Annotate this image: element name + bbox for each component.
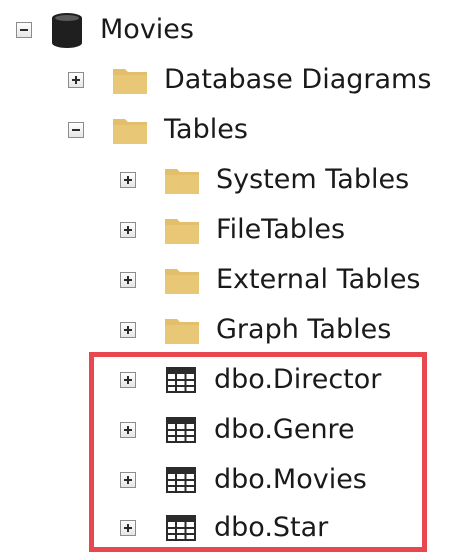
tree-node-tables[interactable]: Tables <box>68 112 248 148</box>
tree-node-system-tables[interactable]: System Tables <box>120 162 409 198</box>
folder-icon <box>164 265 200 295</box>
tree-node-movies-database[interactable]: Movies <box>16 12 194 48</box>
tree-node-label: FileTables <box>216 214 346 245</box>
tree-node-filetables[interactable]: FileTables <box>120 212 345 248</box>
expand-icon[interactable] <box>120 222 136 238</box>
tree-node-label: Graph Tables <box>216 314 392 345</box>
folder-icon <box>164 165 200 195</box>
expand-icon[interactable] <box>120 172 136 188</box>
tree-node-label: System Tables <box>216 164 410 195</box>
folder-icon <box>164 215 200 245</box>
tree-node-graph-tables[interactable]: Graph Tables <box>120 312 391 348</box>
tree-node-label: Tables <box>164 114 248 145</box>
database-icon <box>50 12 84 48</box>
highlight-box <box>89 352 427 552</box>
tree-node-label: Database Diagrams <box>164 64 432 95</box>
tree-node-external-tables[interactable]: External Tables <box>120 262 421 298</box>
folder-icon <box>112 65 148 95</box>
expand-icon[interactable] <box>120 322 136 338</box>
tree-node-label: Movies <box>100 14 194 45</box>
tree-node-label: External Tables <box>216 264 421 295</box>
object-explorer-tree: Movies Database Diagrams Tables System T… <box>0 0 452 556</box>
folder-icon <box>112 115 148 145</box>
expand-icon[interactable] <box>120 272 136 288</box>
expand-icon[interactable] <box>68 72 84 88</box>
collapse-icon[interactable] <box>16 22 32 38</box>
collapse-icon[interactable] <box>68 122 84 138</box>
folder-icon <box>164 315 200 345</box>
tree-node-database-diagrams[interactable]: Database Diagrams <box>68 62 431 98</box>
